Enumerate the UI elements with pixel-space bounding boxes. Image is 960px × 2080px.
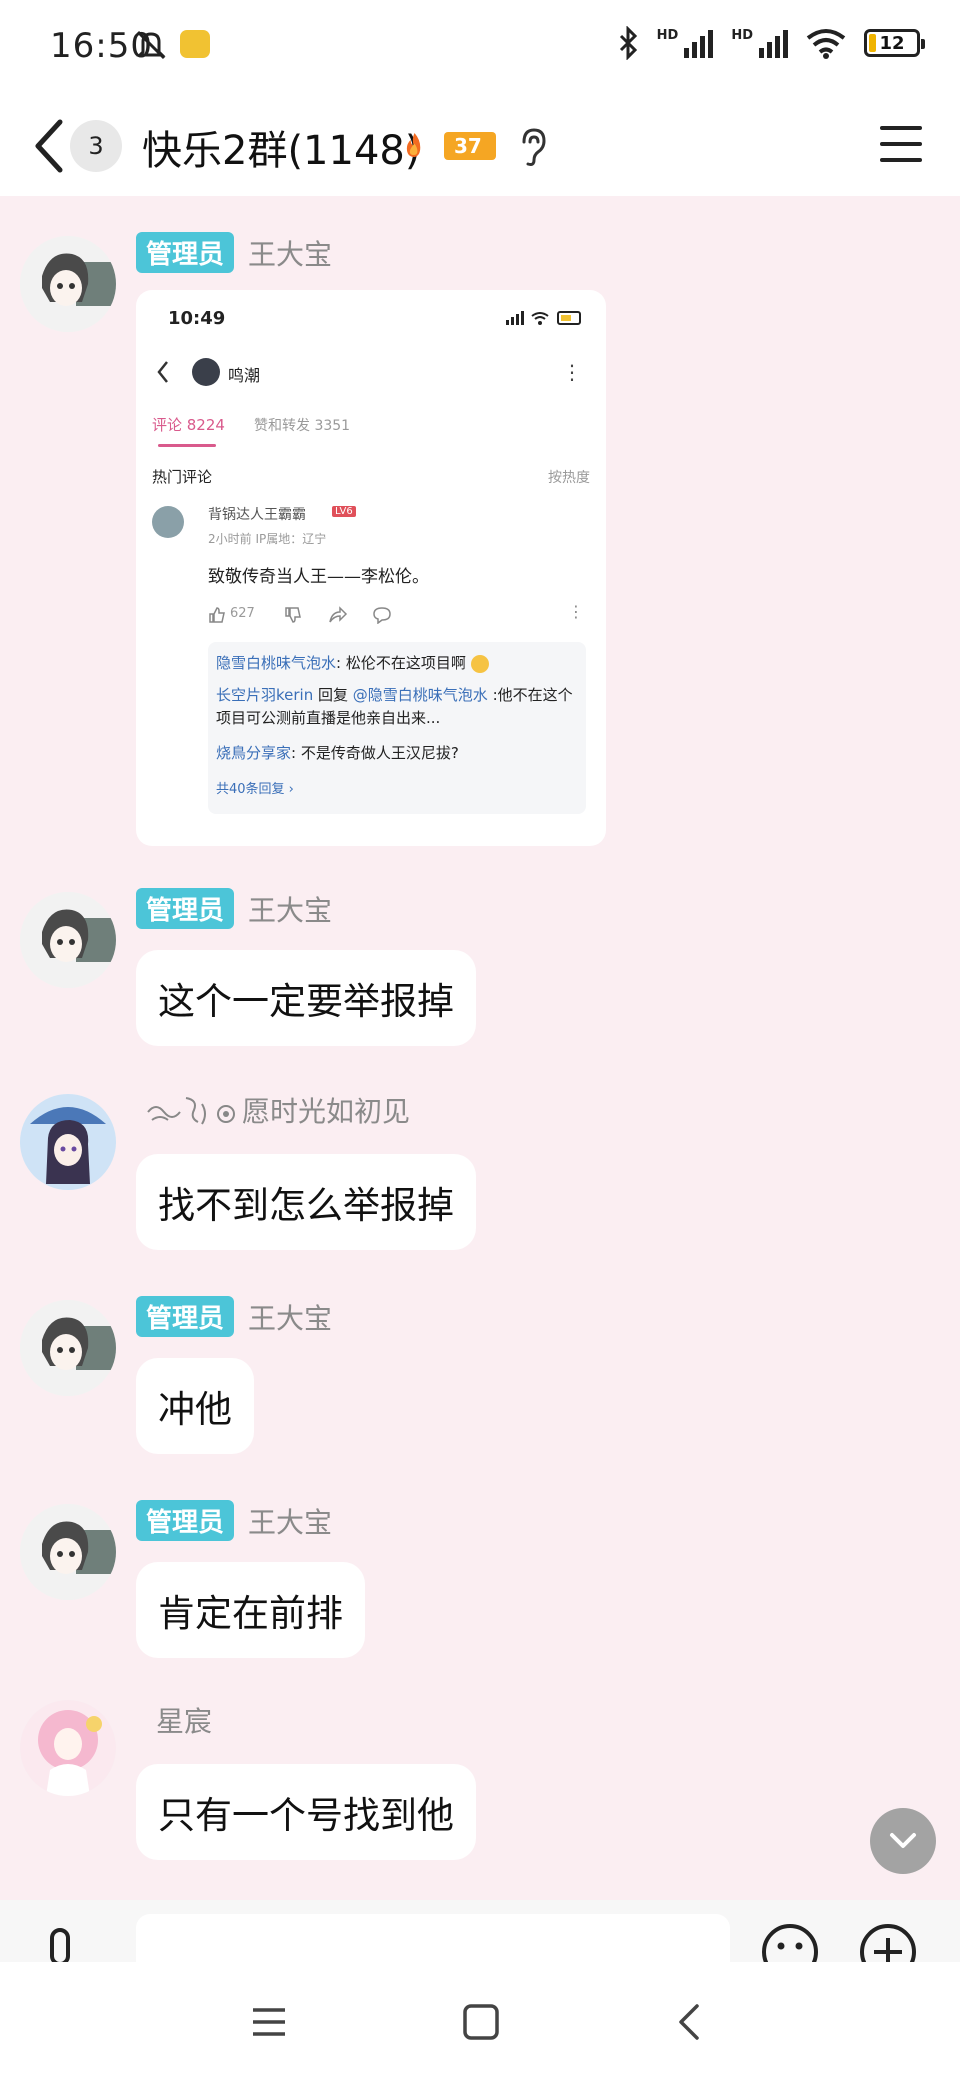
message-input[interactable] — [136, 1914, 730, 1962]
shot-meta: 2小时前 IP属地：辽宁 — [208, 532, 327, 546]
unread-count-badge[interactable]: 3 — [70, 120, 122, 172]
shot-section: 热门评论 — [152, 468, 213, 486]
avatar-portrait-icon — [20, 1700, 116, 1796]
nav-back-button[interactable] — [664, 2000, 714, 2044]
sender-row: 管理员 王大宝 — [136, 232, 332, 273]
sender-row: 管理员 王大宝 — [136, 888, 332, 929]
status-bar: 16:50 HD HD 12 — [0, 0, 960, 96]
emoji-icon[interactable] — [760, 1922, 820, 1962]
avatar-portrait-icon — [20, 1094, 116, 1190]
sender-name[interactable]: 星宸 — [156, 1700, 212, 1740]
role-tag: 管理员 — [136, 1500, 235, 1541]
shot-author: 鸣潮 — [228, 366, 261, 385]
shot-level-badge: LV6 — [332, 506, 356, 517]
chat-header: 3 快乐2群(1148) 37 — [0, 96, 960, 196]
shot-comment-more-icon: ⋮ — [568, 602, 584, 621]
shot-dislike-icon — [285, 607, 301, 623]
signal-icon-1 — [684, 28, 714, 58]
shot-like-count: 627 — [230, 606, 255, 621]
plus-icon[interactable] — [858, 1922, 918, 1962]
shot-commenter: 背锅达人王霸霸 — [208, 507, 306, 523]
shot-like-icon — [209, 607, 225, 623]
avatar[interactable] — [20, 1094, 116, 1190]
message-bubble[interactable]: 冲他 — [136, 1358, 254, 1454]
shot-tab-likes: 赞和转发 3351 — [254, 418, 351, 434]
sender-row: 管理员 王大宝 — [136, 1500, 332, 1541]
shot-more-replies: 共40条回复 › — [216, 782, 294, 797]
shot-reply-3: 烧鳥分享家: 不是传奇做人王汉尼拔? — [216, 744, 459, 762]
scroll-to-bottom-button[interactable] — [870, 1808, 936, 1874]
fire-icon — [406, 133, 421, 157]
shot-tab-underline — [158, 444, 216, 447]
sender-row: 愿时光如初见 — [146, 1090, 410, 1130]
signal-icon-2 — [759, 28, 788, 58]
system-nav-bar — [0, 1962, 960, 2080]
menu-lines-icon — [253, 2008, 285, 2036]
avatar-portrait-icon — [20, 1300, 116, 1396]
hd-label-2: HD — [731, 27, 753, 43]
decorative-name-prefix-icon — [147, 1097, 235, 1125]
app-notification-icon — [180, 30, 210, 58]
shot-share-icon — [329, 606, 348, 623]
avatar[interactable] — [20, 892, 116, 988]
ear-icon[interactable] — [516, 126, 548, 168]
shot-emoji-icon — [470, 654, 489, 673]
status-icons: HD HD 12 — [617, 26, 925, 60]
shot-commenter-avatar — [152, 506, 184, 538]
fire-level-badge: 37 — [444, 132, 496, 160]
nav-home-button[interactable] — [456, 2000, 506, 2044]
group-title[interactable]: 快乐2群(1148) — [142, 118, 420, 176]
microphone-icon[interactable] — [42, 1928, 78, 1962]
sender-row: 管理员 王大宝 — [136, 1296, 332, 1337]
shot-more-icon: ⋮ — [562, 360, 582, 384]
nav-menu-button[interactable] — [244, 2000, 294, 2044]
menu-icon[interactable] — [880, 126, 922, 164]
wifi-icon — [806, 29, 846, 59]
battery-icon: 12 — [864, 29, 925, 57]
hd-label-1: HD — [656, 27, 679, 43]
sender-name[interactable]: 王大宝 — [248, 1501, 332, 1541]
message-bubble[interactable]: 肯定在前排 — [136, 1562, 365, 1658]
avatar[interactable] — [20, 236, 116, 332]
shot-back-icon — [157, 361, 168, 383]
avatar[interactable] — [20, 1504, 116, 1600]
sender-name[interactable]: 王大宝 — [248, 889, 332, 929]
shot-reply-icon — [373, 607, 391, 624]
bluetooth-icon — [619, 26, 637, 60]
avatar-portrait-icon — [20, 236, 116, 332]
chevron-down-icon — [890, 1833, 916, 1848]
sender-name[interactable]: 王大宝 — [248, 233, 332, 273]
avatar-portrait-icon — [20, 892, 116, 988]
shot-reply-1: 隐雪白桃味气泡水: 松伦不在这项目啊 — [216, 652, 582, 673]
sender-name[interactable]: 愿时光如初见 — [242, 1090, 410, 1130]
bell-muted-icon — [136, 30, 166, 60]
role-tag: 管理员 — [136, 888, 235, 929]
shot-comment: 致敬传奇当人王——李松伦。 — [208, 567, 429, 587]
shot-status-icons — [506, 311, 581, 325]
shot-sort: 按热度 — [548, 470, 590, 486]
role-tag: 管理员 — [136, 1296, 235, 1337]
message-bubble[interactable]: 这个一定要举报掉 — [136, 950, 476, 1046]
avatar-portrait-icon — [20, 1504, 116, 1600]
image-message[interactable]: 10:49 鸣潮 ⋮ 评论 8224 赞和转发 3351 热门评论 按热度 背锅… — [136, 290, 606, 846]
role-tag: 管理员 — [136, 232, 235, 273]
input-bar — [0, 1900, 960, 1962]
avatar[interactable] — [20, 1700, 116, 1796]
back-triangle-icon — [679, 2004, 699, 2040]
message-bubble[interactable]: 只有一个号找到他 — [136, 1764, 476, 1860]
shot-author-avatar — [192, 358, 220, 386]
avatar[interactable] — [20, 1300, 116, 1396]
sender-row: 星宸 — [156, 1700, 212, 1740]
back-chevron-icon[interactable] — [30, 114, 70, 178]
sender-name[interactable]: 王大宝 — [248, 1297, 332, 1337]
shot-time: 10:49 — [168, 308, 226, 329]
shot-reply-box: 隐雪白桃味气泡水: 松伦不在这项目啊 长空片羽kerin 回复 @隐雪白桃味气泡… — [208, 642, 586, 814]
shot-reply-2: 长空片羽kerin 回复 @隐雪白桃味气泡水 :他不在这个项目可公测前直播是他亲… — [216, 686, 573, 727]
message-bubble[interactable]: 找不到怎么举报掉 — [136, 1154, 476, 1250]
shot-tab-comments: 评论 8224 — [152, 416, 225, 434]
square-home-icon — [463, 2004, 499, 2040]
